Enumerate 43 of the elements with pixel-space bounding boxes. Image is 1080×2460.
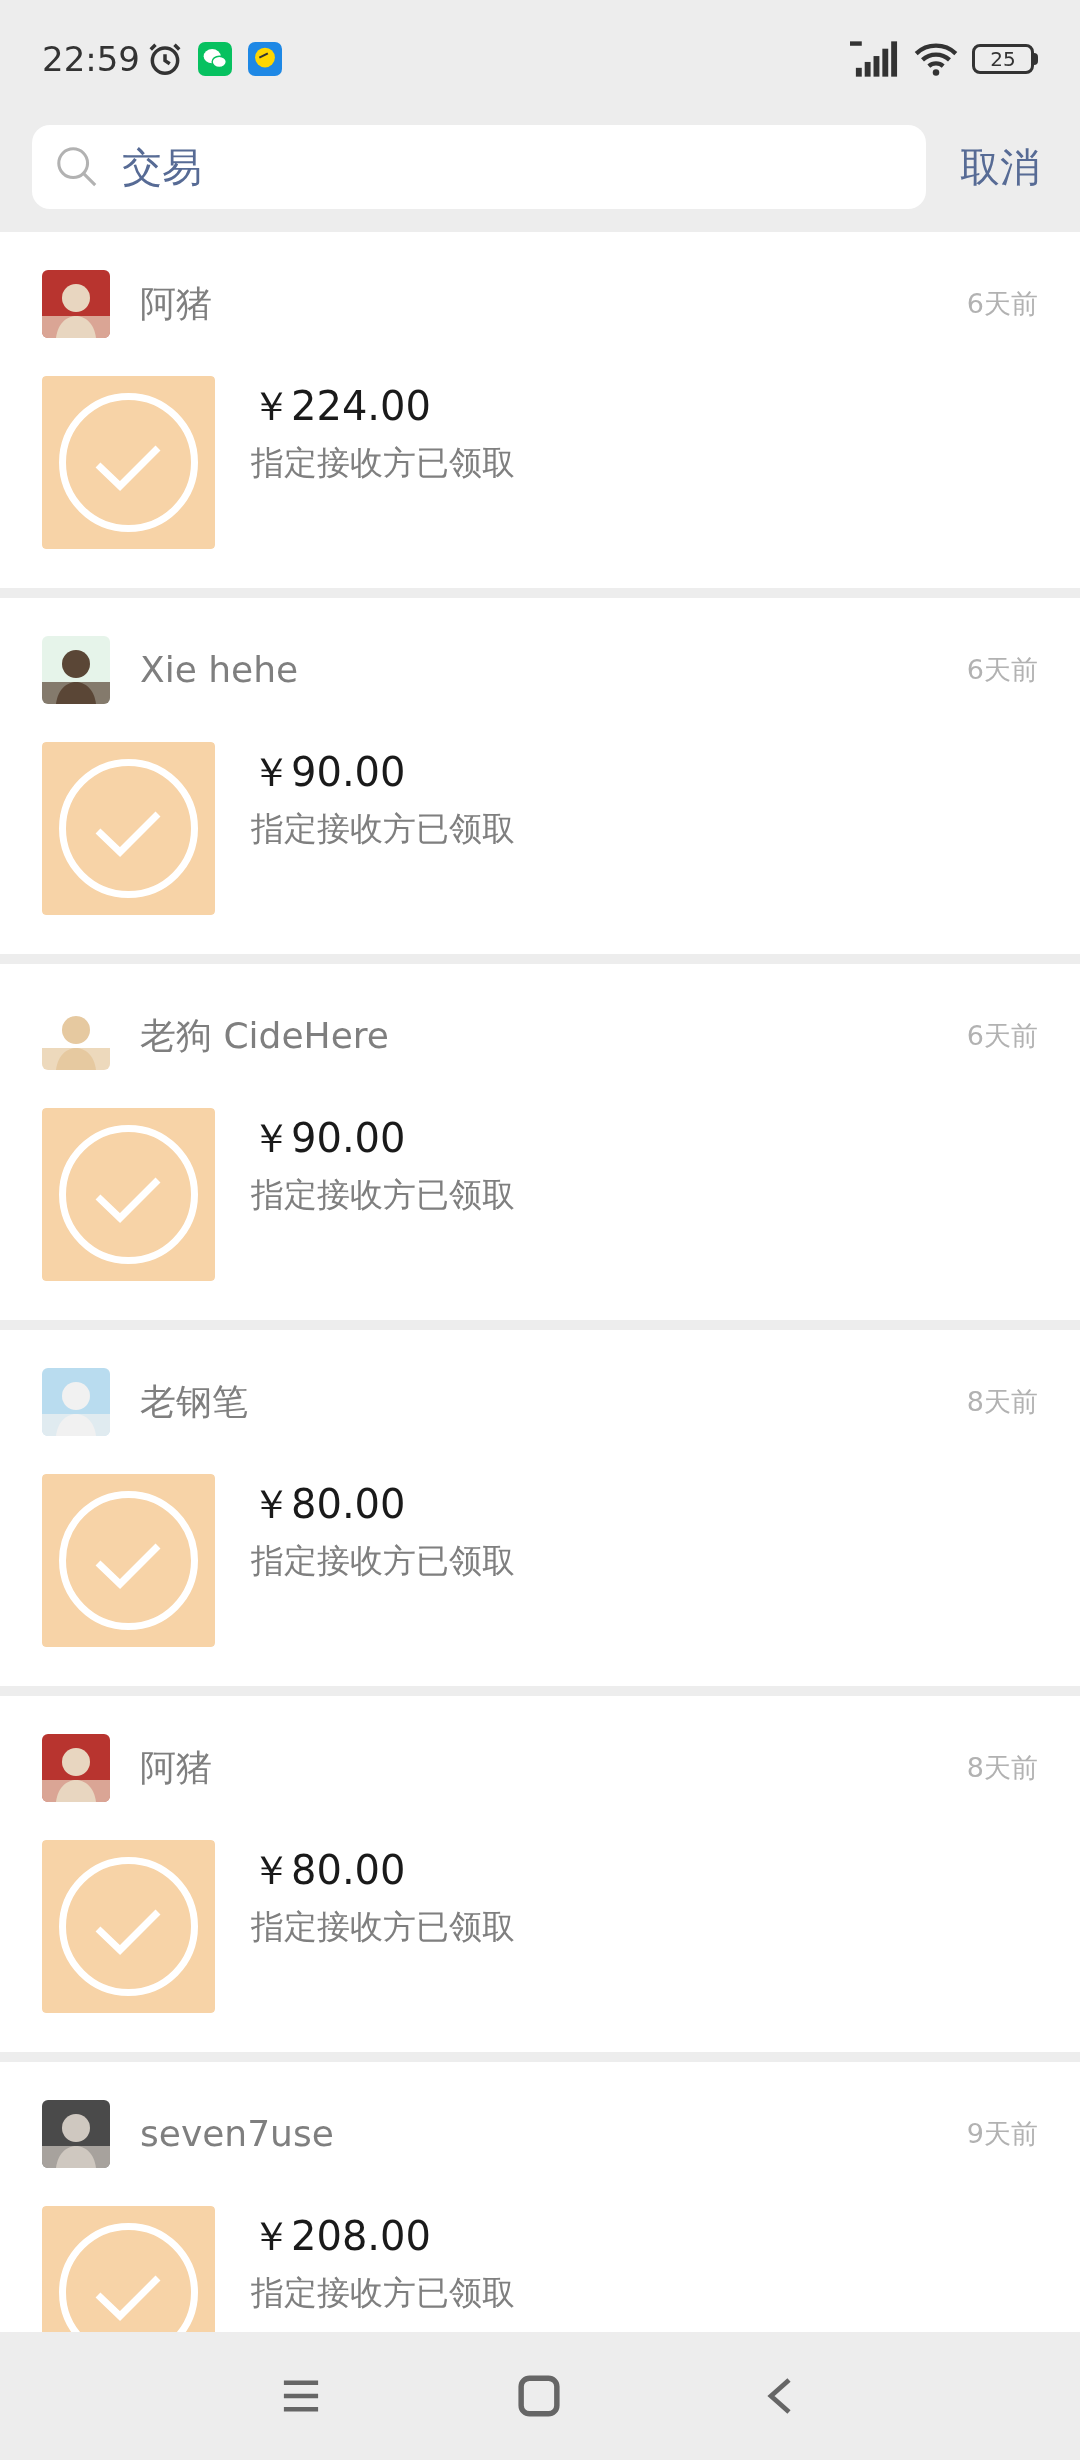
received-check-icon xyxy=(42,376,215,549)
amount: ￥90.00 xyxy=(251,1114,407,1163)
transaction-card[interactable]: 老狗 CideHere 6天前 ￥90.00 指定接收方已领取 xyxy=(0,964,1080,1320)
cancel-button[interactable]: 取消 xyxy=(960,137,1040,197)
transaction-card[interactable]: Xie hehe 6天前 ￥90.00 指定接收方已领取 xyxy=(0,598,1080,954)
status-text: 指定接收方已领取 xyxy=(251,2272,515,2314)
transaction-card[interactable]: 阿猪 8天前 ￥80.00 指定接收方已领取 xyxy=(0,1696,1080,2052)
received-check-icon xyxy=(42,1840,215,2013)
user-name: 阿猪 xyxy=(140,282,212,326)
user-name: 阿猪 xyxy=(140,1746,212,1790)
received-check-icon xyxy=(42,1108,215,1281)
user-name: 老狗 CideHere xyxy=(140,1014,389,1058)
status-text: 指定接收方已领取 xyxy=(251,442,515,484)
chat-app-icon xyxy=(198,42,232,76)
amount: ￥80.00 xyxy=(251,1846,407,1895)
received-check-icon xyxy=(42,742,215,915)
status-text: 指定接收方已领取 xyxy=(251,808,515,850)
timestamp: 6天前 xyxy=(966,286,1038,321)
timestamp: 9天前 xyxy=(966,2116,1038,2151)
status-text: 指定接收方已领取 xyxy=(251,1540,515,1582)
status-time: 22:59 xyxy=(42,37,140,81)
search-field[interactable]: 交易 xyxy=(32,125,926,209)
timestamp: 6天前 xyxy=(966,652,1038,687)
amount: ￥208.00 xyxy=(251,2212,432,2261)
timestamp: 8天前 xyxy=(966,1750,1038,1785)
user-name: 老钢笔 xyxy=(140,1380,248,1424)
wifi-icon xyxy=(914,41,958,77)
status-text: 指定接收方已领取 xyxy=(251,1174,515,1216)
back-icon[interactable] xyxy=(765,2375,793,2417)
amount: ￥80.00 xyxy=(251,1480,407,1529)
signal-icon xyxy=(850,41,900,77)
amount: ￥90.00 xyxy=(251,748,407,797)
home-icon[interactable] xyxy=(518,2375,560,2417)
amount: ￥224.00 xyxy=(251,382,432,431)
received-check-icon xyxy=(42,1474,215,1647)
user-name: seven7use xyxy=(140,2112,334,2156)
menu-icon[interactable] xyxy=(282,2378,320,2414)
timestamp: 8天前 xyxy=(966,1384,1038,1419)
transaction-card[interactable]: 阿猪 6天前 ￥224.00 指定接收方已领取 xyxy=(0,232,1080,588)
timestamp: 6天前 xyxy=(966,1018,1038,1053)
status-text: 指定接收方已领取 xyxy=(251,1906,515,1948)
transaction-card[interactable]: 老钢笔 8天前 ￥80.00 指定接收方已领取 xyxy=(0,1330,1080,1686)
user-name: Xie hehe xyxy=(140,648,299,692)
